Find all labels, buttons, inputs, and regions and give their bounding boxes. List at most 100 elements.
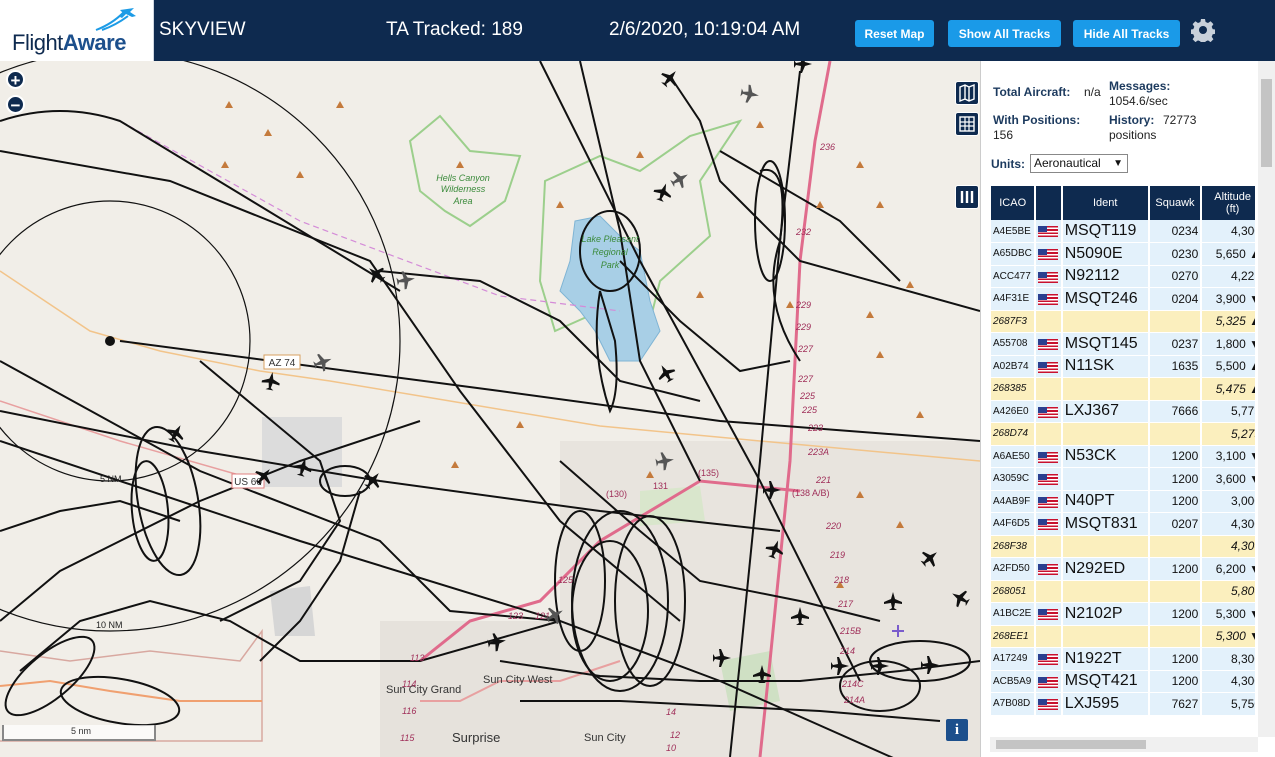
cell-flag: [1035, 512, 1063, 536]
table-row[interactable]: A426E0 LXJ36776665,775: [991, 400, 1255, 423]
road-label: (138 A/B): [792, 488, 830, 498]
aircraft-icon[interactable]: [654, 361, 679, 386]
table-row[interactable]: A4E5BE MSQT11902344,300: [991, 220, 1255, 243]
col-header-flag[interactable]: [1035, 186, 1063, 220]
table-row[interactable]: A4AB9F N40PT12003,000: [991, 490, 1255, 513]
cell-altitude: 5,300 ▼: [1201, 602, 1255, 626]
scrollbar-thumb[interactable]: [996, 740, 1146, 749]
map-canvas[interactable]: Hells Canyon Wilderness Area Lake Pleasa…: [0, 61, 980, 757]
range-rings-toggle-button[interactable]: [955, 112, 979, 136]
aircraft-panel: Total Aircraft: n/a Messages: 1054.6/sec…: [980, 61, 1275, 757]
cell-altitude: 5,500 ▲: [1201, 355, 1255, 378]
us-flag-icon: [1038, 451, 1059, 463]
zoom-out-button[interactable]: −: [6, 95, 25, 115]
skyview-app: FlightAware SKYVIEW TA Tracked: 189 2/6/…: [0, 0, 1275, 757]
milepost: 114: [402, 679, 416, 689]
units-select[interactable]: Aeronautical ▼: [1030, 154, 1128, 173]
col-header-icao[interactable]: ICAO: [991, 186, 1037, 220]
cell-squawk: [1148, 580, 1203, 603]
map-layer: Hells Canyon Wilderness Area Lake Pleasa…: [0, 61, 980, 757]
col-header-squawk[interactable]: Squawk: [1148, 186, 1203, 220]
us-flag-icon: [1038, 519, 1059, 531]
cell-altitude: 4,300: [1201, 535, 1255, 558]
cell-squawk: 1200: [1148, 445, 1203, 468]
column-toggle-button[interactable]: [955, 185, 979, 209]
basemap-toggle-button[interactable]: [955, 81, 979, 105]
show-all-tracks-button[interactable]: Show All Tracks: [948, 20, 1061, 47]
table-row[interactable]: A3059C 12003,600 ▼: [991, 467, 1255, 491]
col-header-ident[interactable]: Ident: [1061, 186, 1150, 220]
table-row[interactable]: A7B08D LXJ59576275,750: [991, 692, 1255, 716]
col-header-altitude[interactable]: Altitude (ft): [1201, 186, 1255, 220]
cell-icao: 268EE1: [991, 625, 1037, 648]
aircraft-icon[interactable]: [668, 167, 693, 192]
milepost: 217: [837, 599, 854, 609]
table-row[interactable]: 268F38 4,300: [991, 535, 1255, 558]
us-flag-icon: [1038, 361, 1059, 373]
cell-flag: [1035, 602, 1063, 626]
aircraft-icon[interactable]: [794, 61, 812, 73]
table-row[interactable]: 268D74 5,275: [991, 422, 1255, 446]
aircraft-icon[interactable]: [657, 65, 682, 90]
table-row[interactable]: ACC477 N9211202704,225: [991, 265, 1255, 288]
info-button[interactable]: i: [946, 719, 968, 741]
table-row[interactable]: A65DBC N5090E02305,650 ▲: [991, 242, 1255, 266]
table-row[interactable]: 2687F3 5,325 ▲: [991, 310, 1255, 333]
table-row[interactable]: 268385 5,475 ▲: [991, 377, 1255, 401]
cell-squawk: [1148, 535, 1203, 558]
scrollbar-thumb[interactable]: [1261, 79, 1272, 167]
aircraft-table: ICAO Ident Squawk Altitude (ft) A4E5BE MSQ…: [991, 186, 1255, 716]
aircraft-icon[interactable]: [164, 421, 189, 446]
hide-all-tracks-button[interactable]: Hide All Tracks: [1073, 20, 1180, 47]
cell-flag: [1035, 242, 1063, 266]
reset-map-button[interactable]: Reset Map: [855, 20, 934, 47]
units-label: Units:: [991, 157, 1025, 171]
table-row[interactable]: A6AE50 N53CK12003,100 ▼: [991, 445, 1255, 468]
gear-icon[interactable]: [1191, 18, 1215, 42]
aircraft-icon[interactable]: [740, 84, 761, 105]
aircraft-icon[interactable]: [651, 180, 674, 203]
cell-squawk: 0270: [1148, 265, 1203, 288]
cell-squawk: [1148, 625, 1203, 648]
cell-icao: A4E5BE: [991, 220, 1037, 243]
map-icon: [959, 83, 975, 103]
table-row[interactable]: 268EE1 5,300 ▼: [991, 625, 1255, 648]
altitude-header-label: Altitude: [1214, 191, 1251, 203]
cell-squawk: [1148, 310, 1203, 333]
milepost: 123: [508, 611, 523, 621]
units-selected-value: Aeronautical: [1034, 156, 1101, 170]
cell-flag: [1035, 265, 1063, 288]
zoom-in-button[interactable]: +: [6, 70, 25, 90]
table-row[interactable]: A55708 MSQT14502371,800 ▼: [991, 332, 1255, 356]
road-label: (135): [698, 468, 719, 478]
us-flag-icon: [1038, 699, 1059, 711]
cell-flag: [1035, 535, 1063, 558]
table-row[interactable]: A17249 N1922T12008,300: [991, 647, 1255, 671]
flightaware-logo[interactable]: FlightAware: [0, 0, 154, 61]
place-label: Regional: [592, 247, 629, 257]
us-flag-icon: [1038, 564, 1059, 576]
aircraft-icon[interactable]: [311, 350, 334, 373]
table-row[interactable]: ACB5A9 MSQT42112004,300: [991, 670, 1255, 693]
milepost: 220: [825, 521, 841, 531]
aircraft-table-container[interactable]: ICAO Ident Squawk Altitude (ft) A4E5BE MSQ…: [991, 186, 1255, 736]
history-unit: positions: [1109, 128, 1157, 142]
cell-altitude: 5,650 ▲: [1201, 242, 1255, 266]
cell-ident: [1061, 535, 1150, 558]
horizontal-scrollbar[interactable]: [990, 737, 1258, 752]
cell-altitude: 5,325 ▲: [1201, 310, 1255, 333]
table-row[interactable]: A02B74 N11SK16355,500 ▲: [991, 355, 1255, 378]
cell-altitude: 3,900 ▼: [1201, 287, 1255, 311]
table-row[interactable]: A2FD50 N292ED12006,200 ▼: [991, 557, 1255, 581]
cell-ident: [1061, 625, 1150, 648]
messages-label: Messages:: [1109, 79, 1171, 93]
table-row[interactable]: A4F6D5 MSQT83102074,300: [991, 512, 1255, 536]
table-row[interactable]: 268051 5,800: [991, 580, 1255, 603]
table-row[interactable]: A4F31E MSQT24602043,900 ▼: [991, 287, 1255, 311]
cell-flag: [1035, 647, 1063, 671]
table-row[interactable]: A1BC2E N2102P12005,300 ▼: [991, 602, 1255, 626]
ring-label: 10 NM: [96, 620, 123, 630]
vertical-scrollbar[interactable]: [1258, 61, 1275, 737]
tracked-count: TA Tracked: 189: [386, 19, 523, 40]
cell-icao: A4F31E: [991, 287, 1037, 311]
